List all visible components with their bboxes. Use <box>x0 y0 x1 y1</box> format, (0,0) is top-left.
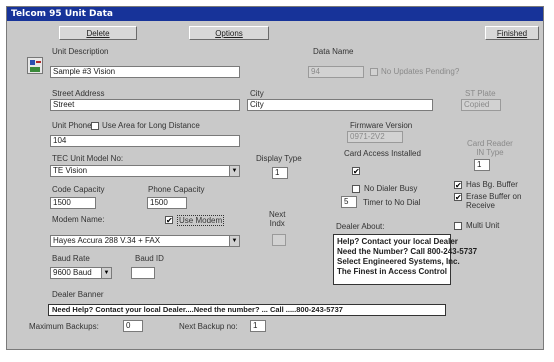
multi-unit-label: Multi Unit <box>466 221 500 230</box>
firmware-field: 0971-2V2 <box>347 131 403 143</box>
window-title: Telcom 95 Unit Data <box>7 7 543 21</box>
no-dialer-label: No Dialer Busy <box>364 184 418 193</box>
modem-value: Hayes Accura 288 V.34 + FAX <box>53 236 161 245</box>
unit-icon <box>27 57 43 74</box>
card-reader-field[interactable]: 1 <box>474 159 490 171</box>
no-updates-checkbox <box>370 68 378 76</box>
unit-phone-label: Unit Phone: <box>52 121 94 130</box>
erase-buffer-checkbox[interactable]: ✔ <box>454 193 462 202</box>
state-label: ST Plate <box>465 89 496 98</box>
unit-data-window: Telcom 95 Unit Data Delete Options Finis… <box>6 6 544 350</box>
street-address-field[interactable]: Street <box>50 99 240 111</box>
modem-name-label: Modem Name: <box>52 215 105 224</box>
unit-phone-field[interactable]: 104 <box>50 135 240 147</box>
phone-capacity-label: Phone Capacity <box>148 185 205 194</box>
code-capacity-field[interactable]: 1500 <box>50 197 96 209</box>
use-modem-checkbox[interactable]: ✔ <box>165 216 173 225</box>
no-dialer-checkbox[interactable] <box>352 185 360 193</box>
tec-model-value: TE Vision <box>53 166 88 175</box>
erase-buffer-label: Erase Buffer on Receive <box>466 192 522 210</box>
finished-button[interactable]: Finished <box>485 26 539 40</box>
dealer-banner-label: Dealer Banner <box>52 290 104 299</box>
dealer-about-label: Dealer About: <box>336 222 385 231</box>
long-distance-checkbox[interactable] <box>91 122 99 130</box>
use-modem-label: Use Modem <box>177 215 225 226</box>
city-label: City <box>250 89 264 98</box>
chevron-down-icon[interactable]: ▼ <box>229 236 239 246</box>
data-name-label: Data Name <box>313 47 354 56</box>
max-backups-field[interactable]: 0 <box>123 320 143 332</box>
no-updates-label: No Updates Pending? <box>381 67 460 76</box>
max-backups-label: Maximum Backups: <box>29 322 99 331</box>
modem-select[interactable]: Hayes Accura 288 V.34 + FAX ▼ <box>50 235 240 247</box>
baud-id-field[interactable] <box>131 267 155 279</box>
options-button[interactable]: Options <box>189 26 269 40</box>
card-reader-label: Card Reader IN Type <box>467 139 513 157</box>
has-bg-buffer-checkbox[interactable]: ✔ <box>454 181 462 190</box>
next-backup-label: Next Backup no: <box>179 322 238 331</box>
city-field[interactable]: City <box>247 99 433 111</box>
data-name-field: 94 <box>308 66 364 78</box>
timer-label: Timer to No Dial <box>363 198 421 207</box>
street-address-label: Street Address <box>52 89 105 98</box>
firmware-label: Firmware Version <box>350 121 413 130</box>
baud-id-label: Baud ID <box>135 254 164 263</box>
next-index-label: Next Indx <box>269 210 286 228</box>
baud-rate-select[interactable]: 9600 Baud ▼ <box>50 267 112 279</box>
chevron-down-icon[interactable]: ▼ <box>101 268 111 278</box>
baud-rate-label: Baud Rate <box>52 254 90 263</box>
unit-description-field[interactable]: Sample #3 Vision <box>50 66 240 78</box>
long-distance-label: Use Area for Long Distance <box>102 121 200 130</box>
unit-description-label: Unit Description <box>52 47 109 56</box>
dealer-about-field[interactable]: Help? Contact your local Dealer Need the… <box>333 234 477 285</box>
phone-capacity-field[interactable]: 1500 <box>147 197 187 209</box>
display-type-label: Display Type <box>256 154 302 163</box>
baud-rate-value: 9600 Baud <box>53 268 92 277</box>
next-backup-field[interactable]: 1 <box>250 320 266 332</box>
timer-field[interactable]: 5 <box>341 196 357 208</box>
chevron-down-icon[interactable]: ▼ <box>229 166 239 176</box>
dealer-banner-field[interactable]: Need Help? Contact your local Dealer....… <box>48 304 446 316</box>
tec-model-label: TEC Unit Model No: <box>52 154 124 163</box>
display-type-field[interactable]: 1 <box>272 167 288 179</box>
state-field: Copied <box>461 99 501 111</box>
has-bg-buffer-label: Has Bg. Buffer <box>466 180 518 189</box>
delete-button[interactable]: Delete <box>59 26 137 40</box>
next-index-field <box>272 234 286 246</box>
tec-model-select[interactable]: TE Vision ▼ <box>50 165 240 177</box>
multi-unit-checkbox[interactable] <box>454 222 462 230</box>
card-access-label: Card Access Installed <box>344 149 421 158</box>
card-access-checkbox[interactable]: ✔ <box>352 167 360 176</box>
code-capacity-label: Code Capacity <box>52 185 105 194</box>
